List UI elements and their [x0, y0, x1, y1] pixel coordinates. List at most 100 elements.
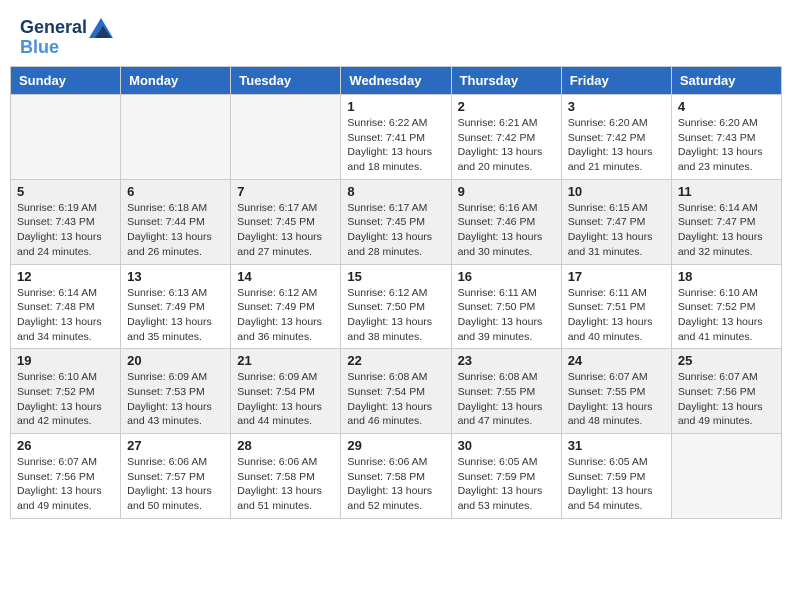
logo-text: General: [20, 18, 113, 38]
day-number: 17: [568, 269, 665, 284]
day-info: Sunrise: 6:12 AM Sunset: 7:49 PM Dayligh…: [237, 286, 334, 345]
day-info: Sunrise: 6:08 AM Sunset: 7:55 PM Dayligh…: [458, 370, 555, 429]
day-number: 20: [127, 353, 224, 368]
calendar-cell: [231, 95, 341, 180]
calendar-cell: 22 Sunrise: 6:08 AM Sunset: 7:54 PM Dayli…: [341, 349, 451, 434]
day-number: 19: [17, 353, 114, 368]
calendar-cell: 6Sunrise: 6:18 AM Sunset: 7:44 PM Daylig…: [121, 179, 231, 264]
day-number: 14: [237, 269, 334, 284]
weekday-header-monday: Monday: [121, 67, 231, 95]
calendar-cell: 31 Sunrise: 6:05 AM Sunset: 7:59 PM Dayli…: [561, 434, 671, 519]
day-info: Sunrise: 6:17 AM Sunset: 7:45 PM Dayligh…: [347, 201, 444, 260]
day-number: 29: [347, 438, 444, 453]
day-info: Sunrise: 6:21 AM Sunset: 7:42 PM Dayligh…: [458, 116, 555, 175]
day-info: Sunrise: 6:15 AM Sunset: 7:47 PM Dayligh…: [568, 201, 665, 260]
day-number: 23: [458, 353, 555, 368]
calendar-cell: 18 Sunrise: 6:10 AM Sunset: 7:52 PM Dayli…: [671, 264, 781, 349]
weekday-header-row: SundayMondayTuesdayWednesdayThursdayFrid…: [11, 67, 782, 95]
day-number: 1: [347, 99, 444, 114]
weekday-header-sunday: Sunday: [11, 67, 121, 95]
calendar-cell: 7 Sunrise: 6:17 AM Sunset: 7:45 PM Daylig…: [231, 179, 341, 264]
calendar-cell: 28Sunrise: 6:06 AM Sunset: 7:58 PM Dayli…: [231, 434, 341, 519]
day-info: Sunrise: 6:05 AM Sunset: 7:59 PM Dayligh…: [458, 455, 555, 514]
calendar-week-row: 26 Sunrise: 6:07 AM Sunset: 7:56 PM Dayli…: [11, 434, 782, 519]
weekday-header-saturday: Saturday: [671, 67, 781, 95]
day-number: 25: [678, 353, 775, 368]
calendar-cell: 3 Sunrise: 6:20 AM Sunset: 7:42 PM Daylig…: [561, 95, 671, 180]
calendar-cell: 2 Sunrise: 6:21 AM Sunset: 7:42 PM Daylig…: [451, 95, 561, 180]
day-number: 16: [458, 269, 555, 284]
day-number: 12: [17, 269, 114, 284]
logo: General Blue: [20, 18, 113, 58]
day-info: Sunrise: 6:20 AM Sunset: 7:43 PM Dayligh…: [678, 116, 775, 175]
day-number: 28: [237, 438, 334, 453]
day-info: Sunrise: 6:07 AM Sunset: 7:56 PM Dayligh…: [17, 455, 114, 514]
day-info: Sunrise: 6:05 AM Sunset: 7:59 PM Dayligh…: [568, 455, 665, 514]
day-number: 10: [568, 184, 665, 199]
calendar-week-row: 12Sunrise: 6:14 AM Sunset: 7:48 PM Dayli…: [11, 264, 782, 349]
day-info: Sunrise: 6:14 AM Sunset: 7:47 PM Dayligh…: [678, 201, 775, 260]
weekday-header-friday: Friday: [561, 67, 671, 95]
calendar-week-row: 5 Sunrise: 6:19 AM Sunset: 7:43 PM Daylig…: [11, 179, 782, 264]
day-info: Sunrise: 6:12 AM Sunset: 7:50 PM Dayligh…: [347, 286, 444, 345]
calendar-cell: 12Sunrise: 6:14 AM Sunset: 7:48 PM Dayli…: [11, 264, 121, 349]
day-number: 31: [568, 438, 665, 453]
day-number: 18: [678, 269, 775, 284]
calendar-cell: 26 Sunrise: 6:07 AM Sunset: 7:56 PM Dayli…: [11, 434, 121, 519]
calendar-table: SundayMondayTuesdayWednesdayThursdayFrid…: [10, 66, 782, 519]
day-info: Sunrise: 6:07 AM Sunset: 7:56 PM Dayligh…: [678, 370, 775, 429]
weekday-header-thursday: Thursday: [451, 67, 561, 95]
day-number: 4: [678, 99, 775, 114]
calendar-cell: [11, 95, 121, 180]
day-number: 2: [458, 99, 555, 114]
calendar-cell: 19 Sunrise: 6:10 AM Sunset: 7:52 PM Dayli…: [11, 349, 121, 434]
day-info: Sunrise: 6:13 AM Sunset: 7:49 PM Dayligh…: [127, 286, 224, 345]
day-number: 30: [458, 438, 555, 453]
calendar-cell: 14 Sunrise: 6:12 AM Sunset: 7:49 PM Dayli…: [231, 264, 341, 349]
calendar-cell: 10 Sunrise: 6:15 AM Sunset: 7:47 PM Dayli…: [561, 179, 671, 264]
day-number: 26: [17, 438, 114, 453]
day-number: 5: [17, 184, 114, 199]
calendar-cell: 21 Sunrise: 6:09 AM Sunset: 7:54 PM Dayli…: [231, 349, 341, 434]
day-info: Sunrise: 6:11 AM Sunset: 7:50 PM Dayligh…: [458, 286, 555, 345]
calendar-cell: 24 Sunrise: 6:07 AM Sunset: 7:55 PM Dayli…: [561, 349, 671, 434]
day-number: 13: [127, 269, 224, 284]
day-info: Sunrise: 6:08 AM Sunset: 7:54 PM Dayligh…: [347, 370, 444, 429]
calendar-cell: 30 Sunrise: 6:05 AM Sunset: 7:59 PM Dayli…: [451, 434, 561, 519]
calendar-week-row: 19 Sunrise: 6:10 AM Sunset: 7:52 PM Dayli…: [11, 349, 782, 434]
calendar-cell: 11 Sunrise: 6:14 AM Sunset: 7:47 PM Dayli…: [671, 179, 781, 264]
day-number: 21: [237, 353, 334, 368]
day-number: 15: [347, 269, 444, 284]
calendar-cell: 8Sunrise: 6:17 AM Sunset: 7:45 PM Daylig…: [341, 179, 451, 264]
calendar-cell: 29Sunrise: 6:06 AM Sunset: 7:58 PM Dayli…: [341, 434, 451, 519]
day-info: Sunrise: 6:19 AM Sunset: 7:43 PM Dayligh…: [17, 201, 114, 260]
day-info: Sunrise: 6:06 AM Sunset: 7:57 PM Dayligh…: [127, 455, 224, 514]
calendar-cell: 13 Sunrise: 6:13 AM Sunset: 7:49 PM Dayli…: [121, 264, 231, 349]
calendar-cell: 20 Sunrise: 6:09 AM Sunset: 7:53 PM Dayli…: [121, 349, 231, 434]
day-info: Sunrise: 6:11 AM Sunset: 7:51 PM Dayligh…: [568, 286, 665, 345]
day-number: 7: [237, 184, 334, 199]
day-info: Sunrise: 6:09 AM Sunset: 7:53 PM Dayligh…: [127, 370, 224, 429]
day-number: 24: [568, 353, 665, 368]
calendar-cell: 27Sunrise: 6:06 AM Sunset: 7:57 PM Dayli…: [121, 434, 231, 519]
calendar-week-row: 1Sunrise: 6:22 AM Sunset: 7:41 PM Daylig…: [11, 95, 782, 180]
day-info: Sunrise: 6:10 AM Sunset: 7:52 PM Dayligh…: [678, 286, 775, 345]
calendar-cell: 17 Sunrise: 6:11 AM Sunset: 7:51 PM Dayli…: [561, 264, 671, 349]
day-info: Sunrise: 6:17 AM Sunset: 7:45 PM Dayligh…: [237, 201, 334, 260]
calendar-cell: [121, 95, 231, 180]
day-info: Sunrise: 6:07 AM Sunset: 7:55 PM Dayligh…: [568, 370, 665, 429]
weekday-header-wednesday: Wednesday: [341, 67, 451, 95]
day-info: Sunrise: 6:20 AM Sunset: 7:42 PM Dayligh…: [568, 116, 665, 175]
page-header: General Blue: [10, 10, 782, 62]
calendar-cell: [671, 434, 781, 519]
day-info: Sunrise: 6:18 AM Sunset: 7:44 PM Dayligh…: [127, 201, 224, 260]
calendar-cell: 5 Sunrise: 6:19 AM Sunset: 7:43 PM Daylig…: [11, 179, 121, 264]
day-info: Sunrise: 6:10 AM Sunset: 7:52 PM Dayligh…: [17, 370, 114, 429]
calendar-cell: 9Sunrise: 6:16 AM Sunset: 7:46 PM Daylig…: [451, 179, 561, 264]
day-number: 3: [568, 99, 665, 114]
day-number: 22: [347, 353, 444, 368]
day-number: 11: [678, 184, 775, 199]
day-info: Sunrise: 6:09 AM Sunset: 7:54 PM Dayligh…: [237, 370, 334, 429]
calendar-cell: 4 Sunrise: 6:20 AM Sunset: 7:43 PM Daylig…: [671, 95, 781, 180]
day-number: 9: [458, 184, 555, 199]
